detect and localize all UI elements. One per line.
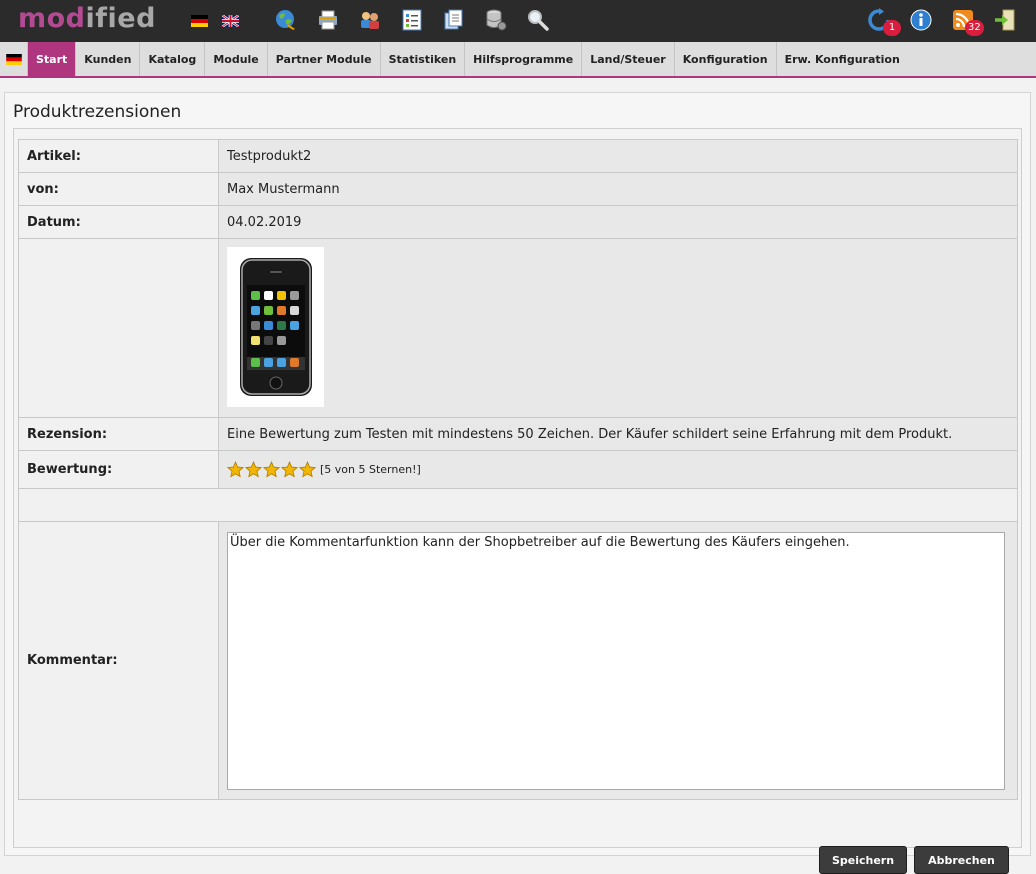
image-row — [18, 238, 1018, 418]
rating-stars — [227, 461, 316, 478]
comment-label: Kommentar: — [18, 521, 219, 800]
spacer-row — [18, 488, 1018, 522]
date-value: 04.02.2019 — [218, 205, 1018, 239]
author-value: Max Mustermann — [218, 172, 1018, 206]
nav-item-hilfsprogramme[interactable]: Hilfsprogramme — [465, 42, 583, 76]
printer-icon[interactable] — [316, 8, 340, 32]
product-image — [227, 247, 324, 407]
article-row: Artikel: Testprodukt2 — [18, 139, 1018, 173]
comment-row: Kommentar: Über die Kommentarfunktion ka… — [18, 521, 1018, 800]
rating-row: Bewertung: [5 von 5 Sternen!] — [18, 450, 1018, 489]
rss-badge: 32 — [965, 20, 984, 36]
uk-flag-icon[interactable] — [222, 15, 239, 27]
cancel-button[interactable]: Abbrechen — [914, 846, 1009, 874]
logo[interactable]: modified — [18, 3, 156, 34]
rating-text: [5 von 5 Sternen!] — [320, 463, 421, 476]
star-icon — [227, 461, 244, 478]
info-icon[interactable] — [909, 8, 933, 32]
rating-label: Bewertung: — [18, 450, 219, 489]
nav-language-flag[interactable] — [0, 42, 28, 76]
review-form-box: Artikel: Testprodukt2 von: Max Musterman… — [13, 128, 1022, 874]
database-icon[interactable] — [484, 8, 508, 32]
review-panel: Produktrezensionen Artikel: Testprodukt2… — [4, 92, 1031, 874]
review-text-row: Rezension: Eine Bewertung zum Testen mit… — [18, 417, 1018, 451]
author-row: von: Max Mustermann — [18, 172, 1018, 206]
de-flag-icon[interactable] — [5, 53, 22, 65]
search-icon[interactable] — [526, 8, 550, 32]
comment-textarea[interactable]: Über die Kommentarfunktion kann der Shop… — [227, 531, 1005, 790]
nav-item-kunden[interactable]: Kunden — [76, 42, 141, 76]
article-value: Testprodukt2 — [218, 139, 1018, 173]
nav-item-module[interactable]: Module — [205, 42, 268, 76]
globe-icon[interactable] — [274, 8, 298, 32]
page-title: Produktrezensionen — [13, 102, 182, 122]
documents-icon[interactable] — [442, 8, 466, 32]
review-text: Eine Bewertung zum Testen mit mindestens… — [218, 417, 1018, 451]
nav-item-katalog[interactable]: Katalog — [140, 42, 206, 76]
star-icon — [245, 461, 262, 478]
review-form-table: Artikel: Testprodukt2 von: Max Musterman… — [18, 139, 1018, 800]
nav-item-start[interactable]: Start — [28, 42, 77, 76]
image-label — [18, 238, 219, 418]
main-nav: Start Kunden Katalog Module Partner Modu… — [0, 42, 1036, 78]
nav-item-statistiken[interactable]: Statistiken — [381, 42, 466, 76]
customers-icon[interactable] — [358, 8, 382, 32]
top-bar: modified 1 32 — [0, 0, 1036, 42]
nav-item-partner-module[interactable]: Partner Module — [268, 42, 381, 76]
de-flag-icon[interactable] — [191, 15, 208, 27]
logout-icon[interactable] — [993, 8, 1017, 32]
save-button[interactable]: Speichern — [819, 846, 907, 874]
star-icon — [281, 461, 298, 478]
star-icon — [299, 461, 316, 478]
author-label: von: — [18, 172, 219, 206]
updates-badge: 1 — [883, 20, 901, 36]
review-label: Rezension: — [18, 417, 219, 451]
nav-item-konfiguration[interactable]: Konfiguration — [675, 42, 777, 76]
nav-item-land-steuer[interactable]: Land/Steuer — [582, 42, 675, 76]
star-icon — [263, 461, 280, 478]
orders-icon[interactable] — [400, 8, 424, 32]
article-label: Artikel: — [18, 139, 219, 173]
nav-item-erw-konfiguration[interactable]: Erw. Konfiguration — [777, 42, 908, 76]
date-label: Datum: — [18, 205, 219, 239]
date-row: Datum: 04.02.2019 — [18, 205, 1018, 239]
